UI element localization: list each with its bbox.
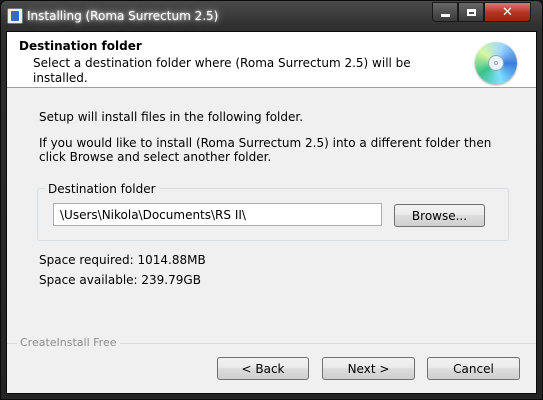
destination-folder-label: Destination folder <box>45 182 159 196</box>
cd-install-icon <box>475 42 517 84</box>
page-subtitle: Select a destination folder where (Roma … <box>33 56 411 85</box>
browse-button[interactable]: Browse... <box>394 204 485 227</box>
installer-app-icon <box>7 8 23 24</box>
space-available-text: Space available: 239.79GB <box>39 273 201 287</box>
minimize-icon <box>440 13 450 17</box>
brand-label: CreateInstall Free <box>17 336 120 349</box>
title-bar[interactable]: Installing (Roma Surrectum 2.5) ✕ <box>1 1 542 31</box>
close-button[interactable]: ✕ <box>484 2 531 22</box>
next-button[interactable]: Next > <box>322 357 415 380</box>
space-required-text: Space required: 1014.88MB <box>39 253 206 267</box>
minimize-button[interactable] <box>432 2 458 22</box>
cancel-button[interactable]: Cancel <box>427 357 520 380</box>
maximize-icon <box>466 8 476 16</box>
maximize-button[interactable] <box>458 2 484 22</box>
back-button[interactable]: < Back <box>217 357 309 380</box>
page-title: Destination folder <box>19 39 142 53</box>
instruction-text: If you would like to install (Roma Surre… <box>39 136 492 164</box>
destination-path-input[interactable] <box>53 203 382 226</box>
installer-window: Installing (Roma Surrectum 2.5) ✕ Destin… <box>0 0 543 400</box>
intro-text: Setup will install files in the followin… <box>39 110 304 124</box>
close-icon: ✕ <box>502 4 513 20</box>
page-header: Destination folder Select a destination … <box>7 32 536 88</box>
dialog-client-area: Destination folder Select a destination … <box>6 31 537 394</box>
window-title: Installing (Roma Surrectum 2.5) <box>27 9 219 23</box>
